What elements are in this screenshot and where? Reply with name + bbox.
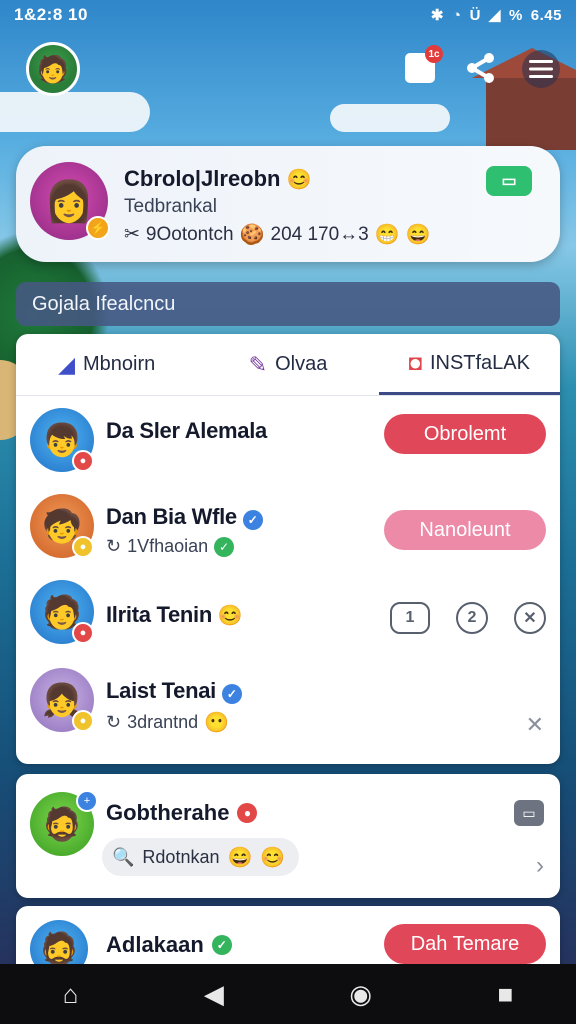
status-badge-icon: +	[76, 790, 98, 812]
counter-button-1[interactable]: 1	[390, 602, 430, 634]
friend-name: Da Sler Alemala	[106, 418, 267, 443]
home-circle-icon[interactable]: ◉	[349, 979, 372, 1010]
data-icon: Ü	[469, 6, 481, 24]
status-badge-icon: ●	[72, 536, 94, 558]
battery-percent-icon: %	[508, 6, 523, 24]
status-badge-icon: ●	[72, 710, 94, 732]
pen-icon: ✎	[248, 351, 268, 377]
friend-subtitle: ↻ 3drantnd 😶	[106, 712, 230, 734]
status-bar: 1&2:8 10 ✱ ◔ Ü ◢ % 6.45	[0, 0, 576, 30]
chat-icon: ◢	[58, 351, 75, 377]
lightning-badge-icon: ⚡	[86, 216, 110, 240]
tab-instalak[interactable]: ◘ INSTfaLAK	[378, 334, 560, 395]
cookie-emoji-icon: 🍪	[239, 224, 265, 246]
friends-card: ◢ Mbnoirn ✎ Olvaa ◘ INSTfaLAK 👦 ● Da Sle…	[16, 334, 560, 764]
share-button[interactable]	[462, 50, 498, 86]
back-icon[interactable]: ◀	[204, 979, 224, 1010]
message-icon: ▭	[522, 804, 536, 821]
profile-name: Cbrolo|Jlreobn 😊	[124, 166, 312, 191]
profile-chat-button[interactable]: ▭	[486, 166, 532, 196]
user-avatar[interactable]: 🧑	[26, 42, 80, 96]
profile-stats: ✂ 9Ootontch 🍪 204 170↔3 😁 😄	[124, 222, 431, 247]
signal-icon: ◢	[488, 7, 501, 24]
check-icon: ✓	[211, 935, 232, 955]
close-icon[interactable]: ✕	[514, 602, 546, 634]
wifi-icon: ◔	[452, 6, 462, 24]
avatar-face-icon: 🧑	[36, 53, 70, 84]
status-time: 1&2:8 10	[14, 5, 88, 24]
check-icon: ✓	[214, 536, 235, 557]
profile-card[interactable]: 👩 ⚡ Cbrolo|Jlreobn 😊 Tedbrankal ✂ 9Ooton…	[16, 146, 560, 262]
wrench-icon: ✂	[124, 224, 140, 245]
grin-emoji-icon: 😁	[374, 224, 400, 246]
hamburger-icon	[529, 60, 553, 78]
status-icons: ✱ ◔ Ü ◢ % 6.45	[430, 6, 562, 25]
smile-emoji-icon: 😊	[217, 605, 243, 627]
status-badge-icon: ●	[72, 450, 94, 472]
tab-messenger[interactable]: ◢ Mbnoirn	[16, 334, 197, 395]
share-icon	[467, 53, 494, 83]
cloud-decoration	[330, 104, 450, 132]
chevron-right-icon[interactable]: ›	[536, 852, 544, 880]
friend-name: Ilrita Tenin 😊	[106, 602, 243, 627]
notification-badge: 1c	[425, 45, 443, 63]
list-item[interactable]: 👦 ● Da Sler Alemala Obrolemt	[16, 400, 560, 486]
face-emoji-icon: 😶	[204, 712, 230, 734]
notifications-button[interactable]: 1c	[402, 45, 443, 86]
suggestion-name: Gobtherahe ●	[106, 800, 258, 826]
refresh-icon: ↻	[106, 536, 122, 556]
grin-emoji-icon: 😄	[405, 224, 431, 246]
list-item[interactable]: 👧 ● Laist Tenai ✓ ↻ 3drantnd 😶 ✕	[16, 660, 560, 746]
profile-subtitle: Tedbrankal	[124, 196, 217, 217]
message-button[interactable]: ▭	[514, 800, 544, 826]
friend-name: Dan Bia Wfle ✓	[106, 504, 263, 530]
suggestion-name: Adlakaan ✓	[106, 932, 232, 958]
verified-icon: ✓	[221, 684, 242, 704]
counter-button-2[interactable]: 2	[456, 602, 488, 634]
profile-stats-right: 204 170↔3	[270, 223, 369, 245]
notification-icon: 1c	[405, 45, 443, 83]
cloud-decoration	[0, 92, 150, 132]
friend-subtitle: ↻ 1Vfhaoian ✓	[106, 536, 235, 557]
status-badge-icon: ●	[72, 622, 94, 644]
chat-bubble-icon: ▭	[501, 173, 517, 190]
dismiss-icon[interactable]: ✕	[526, 712, 544, 738]
verified-icon: ✓	[242, 510, 263, 530]
list-item[interactable]: 🧑 ● Ilrita Tenin 😊 1 2 ✕	[16, 572, 560, 658]
profile-stats-left: 9Ootontch	[145, 223, 234, 245]
profile-face-icon: 👩	[44, 179, 94, 224]
list-item[interactable]: 🧒 ● Dan Bia Wfle ✓ ↻ 1Vfhaoian ✓ Nanoleu…	[16, 486, 560, 572]
record-icon: ●	[237, 803, 258, 823]
smile-emoji-icon: 😊	[260, 846, 286, 869]
suggestion-card[interactable]: 🧔 + Gobtherahe ● 🔍 Rdotnkan 😄 😊 ▭ ›	[16, 774, 560, 898]
tab-edit[interactable]: ✎ Olvaa	[197, 334, 378, 395]
bluetooth-icon: ✱	[430, 7, 444, 24]
recents-icon[interactable]: ■	[498, 979, 514, 1010]
tab-bar: ◢ Mbnoirn ✎ Olvaa ◘ INSTfaLAK	[16, 334, 560, 396]
search-icon: 🔍	[112, 846, 135, 867]
nanoleunt-button[interactable]: Nanoleunt	[384, 510, 546, 550]
home-icon[interactable]: ⌂	[63, 979, 79, 1010]
navigation-bar: ⌂ ◀ ◉ ■	[0, 964, 576, 1024]
message-icon: ◘	[408, 350, 422, 375]
dah-temare-button[interactable]: Dah Temare	[384, 924, 546, 964]
smile-emoji-icon: 😊	[286, 169, 312, 191]
battery-level: 6.45	[530, 6, 562, 24]
menu-button[interactable]	[522, 50, 560, 88]
obrolemt-button[interactable]: Obrolemt	[384, 414, 546, 454]
refresh-icon: ↻	[106, 712, 122, 732]
section-banner: Gojala Ifealcncu	[16, 282, 560, 326]
grin-emoji-icon: 😄	[227, 846, 253, 869]
friend-name: Laist Tenai ✓	[106, 678, 242, 704]
suggestion-chip[interactable]: 🔍 Rdotnkan 😄 😊	[102, 838, 300, 876]
